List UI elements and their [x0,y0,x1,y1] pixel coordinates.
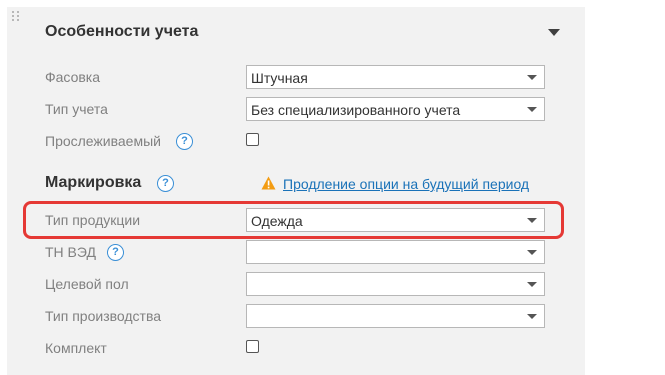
collapse-section-icon[interactable] [548,29,560,36]
section-title: Особенности учета [45,23,199,40]
packaging-label: Фасовка [45,69,101,85]
packaging-value: Штучная [251,70,308,86]
traceable-help-icon[interactable]: ? [176,133,193,150]
production-type-label: Тип производства [45,308,162,324]
marking-help-icon[interactable]: ? [157,175,174,192]
warning-icon [261,176,276,190]
accounting-type-value: Без специализированного учета [251,102,461,118]
chevron-down-icon [527,250,537,255]
traceable-checkbox[interactable] [246,133,259,146]
product-type-select[interactable]: Одежда [246,208,545,232]
product-type-value: Одежда [251,213,303,229]
kit-label: Комплект [45,340,107,356]
chevron-down-icon [527,282,537,287]
packaging-select[interactable]: Штучная [246,65,545,89]
accounting-type-select[interactable]: Без специализированного учета [246,97,545,121]
product-type-label: Тип продукции [45,212,141,228]
chevron-down-icon [527,218,537,223]
gender-select[interactable] [246,272,545,296]
chevron-down-icon [527,75,537,80]
accounting-type-label: Тип учета [45,101,108,117]
kit-checkbox[interactable] [246,340,259,353]
production-type-select[interactable] [246,304,545,328]
marking-title: Маркировка [45,174,142,191]
tn-ved-select[interactable] [246,240,545,264]
extend-option-link[interactable]: Продление опции на будущий период [283,176,529,192]
tn-ved-help-icon[interactable]: ? [107,244,124,261]
drag-handle-icon[interactable] [12,11,21,21]
traceable-label: Прослеживаемый [45,133,161,149]
gender-label: Целевой пол [45,276,129,292]
chevron-down-icon [527,107,537,112]
tn-ved-label: ТН ВЭД [45,244,96,260]
chevron-down-icon [527,314,537,319]
